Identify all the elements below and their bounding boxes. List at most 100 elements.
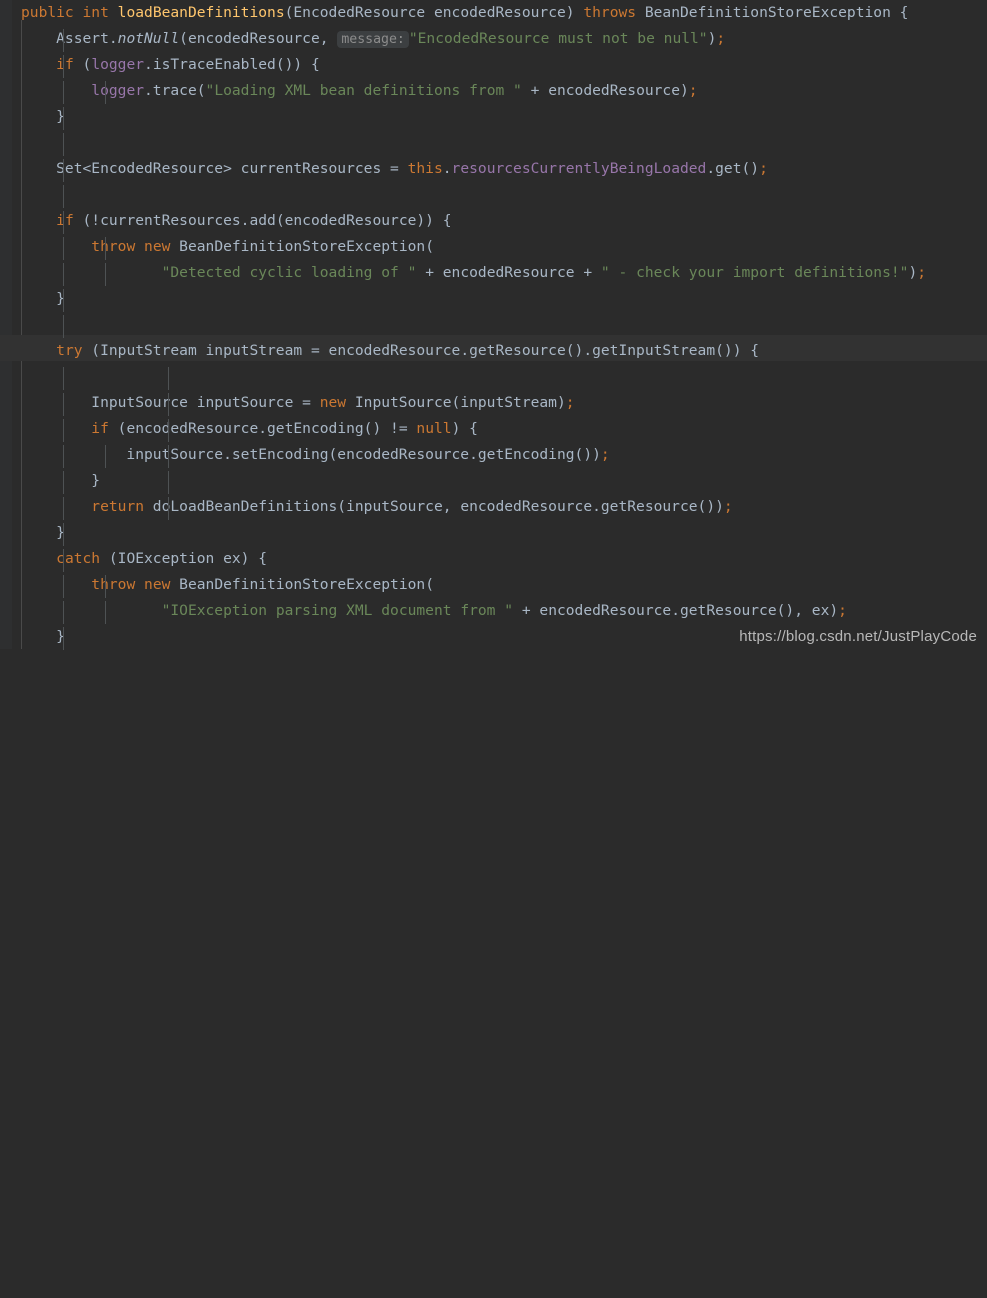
token-keyword: throw	[91, 576, 136, 593]
indent-guide	[63, 29, 64, 52]
token-plain: BeanDefinitionStoreException(	[170, 576, 434, 593]
token-plain: .	[442, 160, 452, 177]
token-keyword: public	[21, 4, 74, 21]
token-plain: (IOException ex) {	[100, 550, 268, 567]
token-semicolon: ;	[917, 264, 927, 281]
code-line[interactable]: throw new BeanDefinitionStoreException(	[0, 234, 987, 260]
code-line[interactable]: inputSource.setEncoding(encodedResource.…	[0, 442, 987, 468]
token-plain: }	[21, 628, 65, 645]
code-content[interactable]: public int loadBeanDefinitions(EncodedRe…	[0, 0, 987, 1298]
token-keyword: new	[144, 238, 171, 255]
inlay-hint-message[interactable]: message:	[337, 31, 409, 48]
token-string: "Loading XML bean definitions from "	[205, 82, 522, 99]
token-keyword: throw	[91, 238, 136, 255]
code-line[interactable]: "Detected cyclic loading of " + encodedR…	[0, 260, 987, 286]
token-keyword: int	[82, 4, 109, 21]
code-line[interactable]: Set<EncodedResource> currentResources = …	[0, 156, 987, 182]
token-plain: Set<EncodedResource> currentResources =	[21, 160, 408, 177]
token-plain: BeanDefinitionStoreException {	[636, 4, 909, 21]
token-plain: (encodedResource.getEncoding() !=	[108, 420, 417, 437]
indent-guide	[63, 471, 64, 494]
indent-guide	[63, 393, 64, 416]
indent-guide	[105, 601, 106, 624]
indent-guide	[105, 575, 106, 598]
token-keyword: throws	[583, 4, 637, 21]
code-line[interactable]: "IOException parsing XML document from "…	[0, 598, 987, 624]
indent-guide	[63, 81, 64, 104]
token-static-method: notNull	[117, 30, 180, 47]
code-line[interactable]: if (logger.isTraceEnabled()) {	[0, 52, 987, 78]
code-line[interactable]	[0, 182, 987, 208]
code-editor[interactable]: public int loadBeanDefinitions(EncodedRe…	[0, 0, 987, 650]
token-keyword: if	[56, 56, 74, 73]
indent-guide	[63, 55, 64, 78]
code-line-current[interactable]: try (InputStream inputStream = encodedRe…	[0, 338, 987, 364]
token-plain: }	[21, 108, 65, 125]
indent-guide	[63, 315, 64, 338]
code-line[interactable]: catch (IOException ex) {	[0, 546, 987, 572]
token-plain: (encodedResource,	[179, 30, 338, 47]
token-keyword: new	[144, 576, 171, 593]
token-field: logger	[91, 56, 145, 73]
token-keyword: this	[407, 160, 443, 177]
indent-guide	[168, 419, 169, 442]
indent-guide	[63, 133, 64, 156]
indent-guide	[105, 263, 106, 286]
token-field: logger	[91, 82, 145, 99]
code-line[interactable]: throw new BeanDefinitionStoreException(	[0, 572, 987, 598]
indent-guide	[63, 497, 64, 520]
token-plain: BeanDefinitionStoreException(	[170, 238, 434, 255]
indent-guide	[63, 575, 64, 598]
token-keyword: null	[416, 420, 452, 437]
code-line[interactable]: }	[0, 104, 987, 130]
code-line[interactable]: public int loadBeanDefinitions(EncodedRe…	[0, 0, 987, 26]
code-line[interactable]	[0, 364, 987, 390]
token-plain: ) {	[451, 420, 478, 437]
token-semicolon: ;	[759, 160, 768, 177]
code-line[interactable]: if (encodedResource.getEncoding() != nul…	[0, 416, 987, 442]
token-plain: (!currentResources.add(encodedResource))…	[73, 212, 452, 229]
code-line[interactable]: if (!currentResources.add(encodedResourc…	[0, 208, 987, 234]
indent-guide	[63, 445, 64, 468]
token-keyword: try	[56, 342, 83, 359]
indent-guide	[63, 159, 64, 182]
indent-guide	[63, 107, 64, 130]
token-plain: + encodedResource)	[521, 82, 689, 99]
token-plain: }	[21, 472, 101, 489]
token-plain: + encodedResource.getResource(), ex)	[513, 602, 839, 619]
indent-guide	[63, 627, 64, 650]
token-method-name: loadBeanDefinitions	[117, 4, 285, 21]
code-line[interactable]: InputSource inputSource = new InputSourc…	[0, 390, 987, 416]
indent-guide	[168, 497, 169, 520]
code-line[interactable]: Assert.notNull(encodedResource, message:…	[0, 26, 987, 52]
token-semicolon: ;	[716, 30, 726, 47]
indent-guide	[63, 367, 64, 390]
code-line[interactable]: }	[0, 286, 987, 312]
indent-guide	[105, 81, 106, 104]
token-plain: .isTraceEnabled()) {	[144, 56, 320, 73]
token-keyword: if	[91, 420, 109, 437]
token-semicolon: ;	[565, 394, 575, 411]
code-line[interactable]: }	[0, 520, 987, 546]
code-line[interactable]: logger.trace("Loading XML bean definitio…	[0, 78, 987, 104]
code-line[interactable]: return doLoadBeanDefinitions(inputSource…	[0, 494, 987, 520]
indent-guide	[105, 237, 106, 260]
code-line[interactable]	[0, 130, 987, 156]
code-line[interactable]: }	[0, 468, 987, 494]
token-string: "Detected cyclic loading of "	[161, 264, 417, 281]
code-line[interactable]	[0, 312, 987, 338]
token-plain: InputSource inputSource =	[21, 394, 320, 411]
indent-guide	[63, 289, 64, 312]
indent-guide	[63, 185, 64, 208]
indent-guide	[63, 237, 64, 260]
token-plain: doLoadBeanDefinitions(inputSource, encod…	[144, 498, 724, 515]
